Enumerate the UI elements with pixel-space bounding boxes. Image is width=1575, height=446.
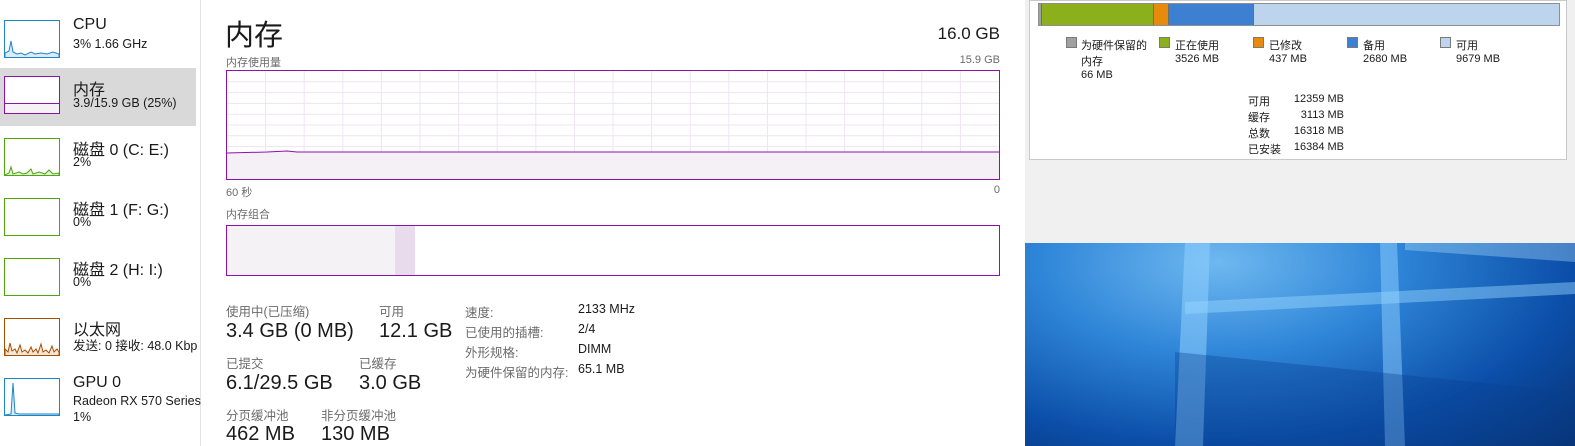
windows-logo-light-rays [1175,242,1575,446]
composition-in-use [227,226,396,275]
summary-installed-value: 16384 MB [1293,141,1344,153]
paged-pool-value: 462 MB [226,423,295,445]
cached-value: 3.0 GB [359,372,422,394]
sidebar-item-subtitle: 0% [73,215,92,229]
in-use-value: 3.4 GB (0 MB) [226,320,354,342]
legend-free-value: 9679 MB [1456,53,1501,65]
available-label: 可用 [379,305,405,319]
hardware-reserved-label: 为硬件保留的内存: [465,366,569,380]
usage-area [227,151,999,179]
cached-label: 已缓存 [359,357,397,371]
legend-reserved-label: 为硬件保留的 [1081,40,1147,52]
sidebar-item-disk-2[interactable]: 磁盘 2 (H: I:) 0% [0,246,196,304]
memory-usage-graph [226,70,1000,180]
desktop-wallpaper [1025,242,1575,446]
slots-used-label: 已使用的插槽: [465,326,544,340]
nonpaged-pool-value: 130 MB [321,423,390,445]
physical-memory-bar [1038,3,1560,26]
ethernet-thumbnail-graph [4,318,60,356]
legend-swatch-modified [1253,37,1264,48]
memory-composition-bar [226,225,1000,276]
disk2-thumbnail-graph [4,258,60,296]
sidebar-item-memory[interactable]: 内存 3.9/15.9 GB (25%) [0,68,196,126]
composition-standby [415,226,544,275]
sidebar-item-disk-1[interactable]: 磁盘 1 (F: G:) 0% [0,186,196,244]
legend-modified-value: 437 MB [1269,53,1307,65]
bar-segment-in-use [1042,4,1155,25]
available-value: 12.1 GB [379,320,453,342]
summary-available-label: 可用 [1248,96,1270,108]
legend-modified-label: 已修改 [1269,40,1302,52]
sidebar-item-ethernet[interactable]: 以太网 发送: 0 接收: 48.0 Kbp [0,306,198,364]
resource-monitor-memory-panel: 为硬件保留的 内存 66 MB 正在使用 3526 MB 已修改 437 MB … [1025,0,1575,243]
hardware-reserved-value: 65.1 MB [578,362,625,376]
memory-page: 内存 16.0 GB 内存使用量 15.9 GB 60 秒 0 内存组合 使用中… [201,0,1025,446]
gpu-thumbnail-graph [4,378,60,416]
task-manager-window: CPU 3% 1.66 GHz 内存 3.9/15.9 GB (25%) 磁盘 … [0,0,1025,446]
usage-graph-max: 15.9 GB [959,54,1000,66]
summary-total-value: 16318 MB [1293,125,1344,137]
committed-value: 6.1/29.5 GB [226,372,333,394]
usage-graph-label: 内存使用量 [226,57,281,69]
form-factor-label: 外形规格: [465,346,519,360]
legend-swatch-reserved [1066,37,1077,48]
cpu-mini-graph [4,40,60,57]
bar-segment-free [1254,4,1559,25]
speed-value: 2133 MHz [578,302,635,316]
memory-usage-graph-svg [227,71,999,179]
summary-cached-label: 缓存 [1248,112,1270,124]
speed-label: 速度: [465,306,494,320]
composition-modified [395,226,416,275]
paged-pool-label: 分页缓冲池 [226,409,289,423]
sidebar-item-subtitle: 3% 1.66 GHz [73,37,148,51]
sidebar-item-title: GPU 0 [73,374,122,391]
memory-thumbnail-graph [4,76,60,114]
sidebar-item-subtitle: 发送: 0 接收: 48.0 Kbp [73,339,198,353]
sidebar-item-gpu-0[interactable]: GPU 0 Radeon RX 570 Series 1% [0,366,201,446]
committed-label: 已提交 [226,357,264,371]
disk0-thumbnail-graph [4,138,60,176]
graph-time-end: 0 [993,184,1000,196]
legend-swatch-in-use [1159,37,1170,48]
cpu-thumbnail-graph [4,20,60,58]
legend-swatch-standby [1347,37,1358,48]
summary-total-label: 总数 [1248,128,1270,140]
graph-time-start: 60 秒 [226,187,253,199]
sidebar-item-disk-0[interactable]: 磁盘 0 (C: E:) 2% [0,126,196,184]
physical-memory-section: 为硬件保留的 内存 66 MB 正在使用 3526 MB 已修改 437 MB … [1029,0,1567,160]
sidebar-item-subtitle: Radeon RX 570 Series [73,394,201,408]
bar-segment-modified [1154,4,1169,25]
legend-standby-value: 2680 MB [1363,53,1408,65]
page-title: 内存 [225,20,284,52]
sidebar-item-subtitle: 3.9/15.9 GB (25%) [73,96,177,110]
summary-available-value: 12359 MB [1293,93,1344,105]
sidebar-item-subtitle: 2% [73,155,92,169]
summary-cached-value: 3113 MB [1300,109,1344,121]
sidebar-item-title: CPU [73,16,107,33]
sidebar-item-cpu[interactable]: CPU 3% 1.66 GHz [0,2,196,60]
form-factor-value: DIMM [578,342,612,356]
legend-standby-label: 备用 [1363,40,1385,52]
disk1-thumbnail-graph [4,198,60,236]
slots-used-value: 2/4 [578,322,596,336]
sidebar-item-subtitle: 0% [73,275,92,289]
legend-reserved-label-2: 内存 [1081,56,1103,68]
summary-installed-label: 已安装 [1248,144,1281,156]
legend-free-label: 可用 [1456,40,1478,52]
composition-label: 内存组合 [226,209,270,221]
legend-swatch-free [1440,37,1451,48]
in-use-label: 使用中(已压缩) [226,305,310,319]
sidebar-item-subtitle-2: 1% [73,410,92,424]
total-memory: 16.0 GB [937,24,1000,43]
composition-free [543,226,999,275]
bar-segment-standby [1168,4,1255,25]
legend-in-use-label: 正在使用 [1175,40,1219,52]
legend-reserved-value: 66 MB [1081,69,1113,81]
performance-sidebar: CPU 3% 1.66 GHz 内存 3.9/15.9 GB (25%) 磁盘 … [0,0,201,446]
legend-in-use-value: 3526 MB [1175,53,1220,65]
nonpaged-pool-label: 非分页缓冲池 [321,409,397,423]
